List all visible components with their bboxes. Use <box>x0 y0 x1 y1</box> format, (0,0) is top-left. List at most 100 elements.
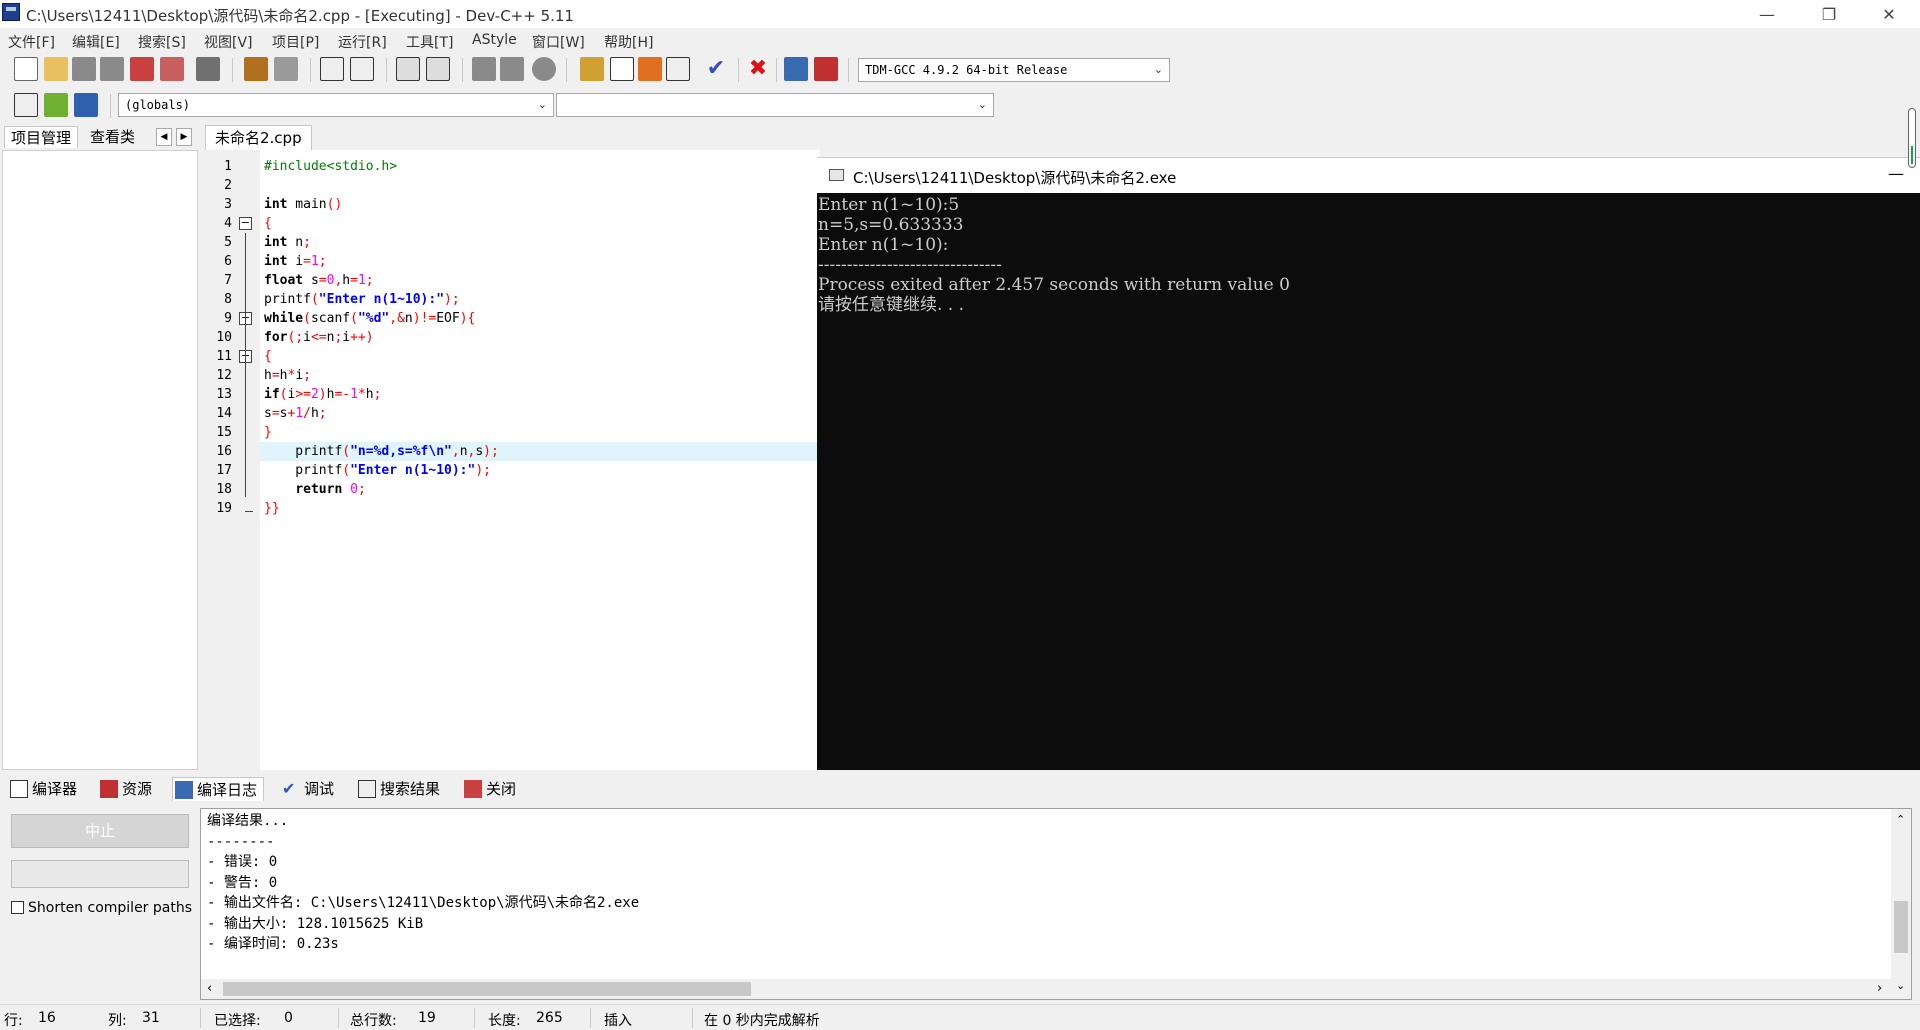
menu-bar: 文件[F] 编辑[E] 搜索[S] 视图[V] 项目[P] 运行[R] 工具[T… <box>0 28 1920 52</box>
code-line[interactable]: #include<stdio.h> <box>264 157 397 176</box>
compiler-icon <box>10 780 28 798</box>
code-line[interactable]: int n; <box>264 233 311 252</box>
compile-progress-bar <box>11 860 189 888</box>
checkbox-icon[interactable] <box>11 901 24 914</box>
undo-icon[interactable] <box>244 57 268 81</box>
tab-class-view[interactable]: 查看类 <box>84 126 141 148</box>
goto-icon[interactable] <box>44 93 68 117</box>
title-bar: C:\Users\12411\Desktop\源代码\未命名2.cpp - [E… <box>0 0 1920 28</box>
redo-icon[interactable] <box>274 57 298 81</box>
horizontal-scroll-thumb[interactable] <box>223 982 751 996</box>
scroll-up-icon[interactable]: ⌃ <box>1896 813 1905 826</box>
tab-compile-log[interactable]: 编译日志 <box>172 777 265 801</box>
scroll-right-icon[interactable]: › <box>1877 981 1882 996</box>
fold-end-marker <box>245 511 253 512</box>
menu-search[interactable]: 搜索[S] <box>138 32 186 52</box>
indent-icon[interactable] <box>396 57 420 81</box>
replace-icon[interactable] <box>350 57 374 81</box>
code-line[interactable]: s=s+1/h; <box>264 404 327 423</box>
code-line[interactable]: return 0; <box>264 480 365 499</box>
log-horizontal-scrollbar[interactable]: ‹ › <box>201 979 1891 999</box>
delete-profile-icon[interactable] <box>814 57 838 81</box>
tab-project-manager[interactable]: 项目管理 <box>4 126 79 148</box>
status-separator <box>590 1008 591 1028</box>
code-line[interactable]: printf("n=%d,s=%f\n",n,s); <box>264 442 499 461</box>
menu-edit[interactable]: 编辑[E] <box>72 32 120 52</box>
code-line[interactable]: printf("Enter n(1~10):"); <box>264 461 491 480</box>
menu-run[interactable]: 运行[R] <box>338 32 387 52</box>
code-line[interactable]: h=h*i; <box>264 366 311 385</box>
compile-icon[interactable] <box>580 57 604 81</box>
close-button[interactable]: ✕ <box>1866 2 1912 28</box>
tab-debug[interactable]: ✔ 调试 <box>280 777 334 801</box>
menu-tools[interactable]: 工具[T] <box>406 32 453 52</box>
menu-window[interactable]: 窗口[W] <box>532 32 585 52</box>
code-line[interactable]: { <box>264 214 272 233</box>
minimize-button[interactable]: — <box>1744 2 1790 28</box>
close-all-icon[interactable] <box>160 57 184 81</box>
compile-log[interactable]: ⌃ ⌄ ‹ › 编译结果... -------- - 错误: 0 - 警告: 0 - 输… <box>200 808 1912 1000</box>
menu-view[interactable]: 视图[V] <box>204 32 253 52</box>
tab-scroll-left-icon[interactable]: ◀ <box>156 128 172 146</box>
unindent-icon[interactable] <box>426 57 450 81</box>
scope-select[interactable]: (globals) ⌄ <box>118 93 554 117</box>
toolbar-separator <box>110 94 111 118</box>
rebuild-icon[interactable] <box>666 57 690 81</box>
status-row-label: 行: <box>4 1013 23 1029</box>
syntax-check-icon[interactable]: ✔ <box>704 57 728 81</box>
file-tab[interactable]: 未命名2.cpp <box>205 125 312 150</box>
stop-button[interactable]: 中止 <box>11 814 189 848</box>
fold-toggle-icon[interactable]: − <box>239 217 252 230</box>
shorten-paths-checkbox[interactable]: Shorten compiler paths <box>11 900 192 916</box>
new-file-icon[interactable] <box>14 57 38 81</box>
fold-guide-line <box>245 233 246 497</box>
code-line[interactable]: }} <box>264 499 280 518</box>
tab-scroll-right-icon[interactable]: ▶ <box>176 128 192 146</box>
console-output[interactable]: Enter n(1~10):5 n=5,s=0.633333 Enter n(1~1… <box>817 193 1920 770</box>
vertical-scroll-thumb[interactable] <box>1894 901 1908 953</box>
status-length: 265 <box>536 1010 563 1026</box>
profile-icon[interactable] <box>784 57 808 81</box>
code-line[interactable]: { <box>264 347 272 366</box>
restore-button[interactable]: ❐ <box>1806 2 1852 28</box>
scroll-left-icon[interactable]: ‹ <box>207 981 212 996</box>
member-select[interactable]: ⌄ <box>556 93 994 117</box>
run-icon[interactable] <box>610 57 634 81</box>
save-all-icon[interactable] <box>100 57 124 81</box>
compiler-select[interactable]: TDM-GCC 4.9.2 64-bit Release ⌄ <box>858 58 1170 82</box>
tab-compiler[interactable]: 编译器 <box>8 777 77 801</box>
compile-run-icon[interactable] <box>638 57 662 81</box>
find-icon[interactable] <box>320 57 344 81</box>
scroll-down-icon[interactable]: ⌄ <box>1896 979 1905 992</box>
menu-project[interactable]: 项目[P] <box>272 32 319 52</box>
code-line[interactable]: } <box>264 423 272 442</box>
forward-icon[interactable] <box>500 57 524 81</box>
tab-resources[interactable]: 资源 <box>98 777 152 801</box>
back-icon[interactable] <box>472 57 496 81</box>
menu-astyle[interactable]: AStyle <box>472 32 517 48</box>
status-bar: 行: 16 列: 31 已选择: 0 总行数: 19 长度: 265 插入 在 … <box>0 1004 1920 1030</box>
code-line[interactable]: for(;i<=n;i++) <box>264 328 374 347</box>
stop-execution-icon[interactable]: ✖ <box>746 57 770 81</box>
print-icon[interactable] <box>196 57 220 81</box>
close-file-icon[interactable] <box>130 57 154 81</box>
menu-file[interactable]: 文件[F] <box>8 32 55 52</box>
tab-close[interactable]: 关闭 <box>462 777 516 801</box>
code-editor[interactable]: #include<stdio.h> int main(){int n; int i=… <box>260 150 820 770</box>
code-line[interactable]: while(scanf("%d",&n)!=EOF){ <box>264 309 475 328</box>
code-line[interactable]: int main() <box>264 195 342 214</box>
log-vertical-scrollbar[interactable]: ⌃ ⌄ <box>1891 809 1911 999</box>
resources-icon <box>100 780 118 798</box>
save-icon[interactable] <box>72 57 96 81</box>
menu-help[interactable]: 帮助[H] <box>604 32 653 52</box>
code-line[interactable]: if(i>=2)h=-1*h; <box>264 385 381 404</box>
code-line[interactable]: printf("Enter n(1~10):"); <box>264 290 460 309</box>
toggle-bookmark-icon[interactable] <box>74 93 98 117</box>
insert-icon[interactable] <box>14 93 38 117</box>
console-minimize-button[interactable]: — <box>1888 164 1904 183</box>
tab-search-results[interactable]: 搜索结果 <box>356 777 440 801</box>
bookmark-icon[interactable] <box>532 57 556 81</box>
open-file-icon[interactable] <box>44 57 68 81</box>
code-line[interactable]: int i=1; <box>264 252 327 271</box>
code-line[interactable]: float s=0,h=1; <box>264 271 374 290</box>
